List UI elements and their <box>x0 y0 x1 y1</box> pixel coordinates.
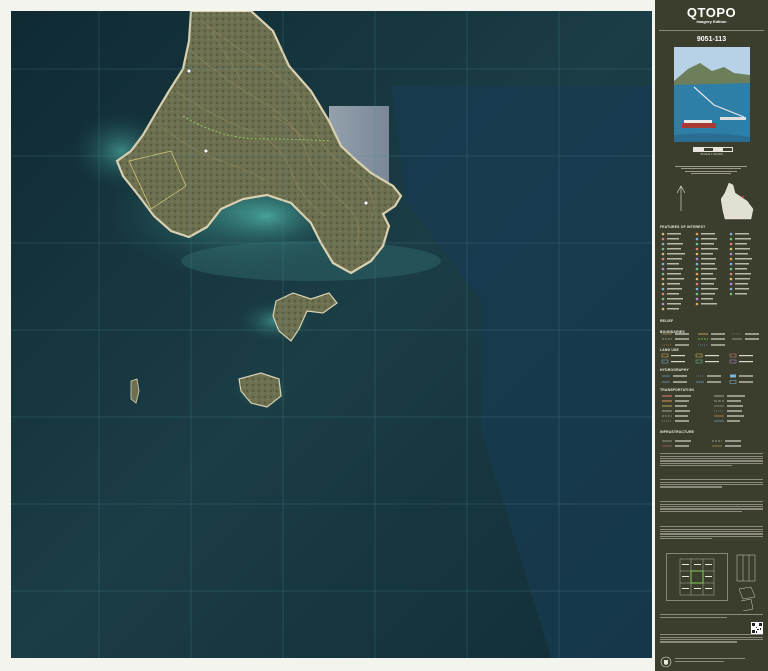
features-of-interest-legend <box>660 231 764 315</box>
projection-notes <box>675 165 747 175</box>
boundaries-legend <box>660 335 764 347</box>
queensland-locator-map-icon <box>720 182 755 221</box>
disclaimer-text-2 <box>660 478 763 489</box>
point-marker[interactable] <box>363 200 369 206</box>
edition-subtitle: Imagery Edition <box>696 19 727 24</box>
app-title: QTOPO <box>686 5 737 20</box>
features-heading: FEATURES OF INTEREST <box>660 225 706 229</box>
sheet-number: 9051-113 <box>696 36 727 43</box>
land-use-legend <box>660 353 764 367</box>
infrastructure-heading: INFRASTRUCTURE <box>660 430 695 434</box>
hydrography-heading: HYDROGRAPHY <box>660 368 689 372</box>
transportation-heading: TRANSPORTATION <box>660 388 694 392</box>
disclaimer-text-4 <box>660 525 763 540</box>
government-crest-icon <box>660 655 672 668</box>
boundaries-heading: BOUNDARIES <box>660 330 685 334</box>
land-use-heading: LAND USE <box>660 348 679 352</box>
qr-code-icon <box>751 621 763 634</box>
scale-text: SCALE 1:10,000 <box>700 152 723 156</box>
title-rule <box>659 30 764 31</box>
imagery-map[interactable] <box>11 11 652 658</box>
relief-heading: RELIEF <box>660 319 674 323</box>
index-grid-icon <box>666 553 728 601</box>
map-folding-diagram-icon <box>733 553 761 612</box>
sand-plume <box>181 241 441 281</box>
north-arrow-icon <box>671 185 691 215</box>
disclaimer-text-3 <box>660 500 763 513</box>
agency-text <box>675 657 745 663</box>
beach-marker[interactable] <box>186 68 192 74</box>
legend-panel: QTOPO Imagery Edition 9051-113 SCALE 1:1… <box>655 0 768 671</box>
notice-text <box>660 633 763 644</box>
lookout-marker[interactable] <box>203 148 209 154</box>
disclaimer-text-1 <box>660 452 763 467</box>
infrastructure-legend <box>660 435 764 447</box>
map-area[interactable] <box>11 11 652 658</box>
copyright-text <box>660 613 763 619</box>
map-frame <box>0 0 655 671</box>
transportation-legend <box>660 393 764 429</box>
hydrography-legend <box>660 373 764 387</box>
photo-thumbnail-icon <box>674 47 750 142</box>
